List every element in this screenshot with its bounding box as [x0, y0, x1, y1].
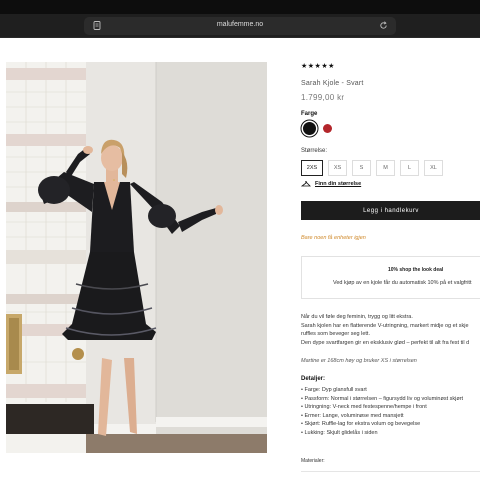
product-price: 1.799,00 kr [301, 93, 345, 102]
size-option-m[interactable]: M [376, 160, 395, 176]
hanger-icon [301, 181, 311, 187]
product-photo[interactable] [6, 62, 267, 453]
color-swatch-red[interactable] [323, 124, 332, 133]
details-item: • Utringning: V-neck med festespenne/hem… [301, 404, 427, 411]
size-label: Størrelse: [301, 148, 328, 154]
size-option-s[interactable]: S [352, 160, 371, 176]
reload-icon[interactable] [379, 21, 388, 30]
materials-accordion[interactable]: Materialer: [301, 458, 325, 464]
add-to-cart-button[interactable]: Legg i handlekurv [301, 201, 480, 220]
details-item: • Farge: Dyp glansfull svart [301, 387, 367, 393]
details-heading: Detaljer: [301, 376, 326, 382]
color-swatch-black[interactable] [303, 122, 316, 135]
details-item: • Skjørt: Ruffle-lag for ekstra volum og… [301, 421, 421, 428]
promo-text: Ved kjøp av en kjole får du automatisk 1… [333, 280, 472, 286]
size-guide-link[interactable]: Finn din størrelse [301, 181, 361, 187]
rating-stars[interactable]: ★★★★★ [301, 62, 335, 70]
promo-title: 10% shop the look deal [388, 267, 444, 273]
product-description: Når du vil føle deg feminin, trygg og li… [301, 313, 469, 347]
description-line: ruffles som beveger seg lett. [301, 331, 370, 338]
product-info-panel: ★★★★★ Sarah Kjole - Svart 1.799,00 kr Fa… [301, 38, 480, 480]
product-page: ★★★★★ Sarah Kjole - Svart 1.799,00 kr Fa… [0, 38, 480, 480]
size-selector: 2XS XS S M L XL [301, 160, 443, 176]
size-guide-text: Finn din størrelse [315, 181, 362, 187]
model-size-note: Martine er 168cm høy og bruker XS i stør… [301, 358, 417, 364]
size-option-l[interactable]: L [400, 160, 419, 176]
details-item: • Lukking: Skjult glidelås i siden [301, 429, 378, 436]
product-title: Sarah Kjole - Svart [301, 80, 364, 87]
low-stock-notice: Bare noen få enheter igjen [301, 235, 366, 241]
details-item: • Ermer: Lange, voluminøse med mansjett [301, 412, 404, 419]
details-item: • Passform: Normal i størrelsen – figurs… [301, 395, 464, 402]
window-top-bar [0, 0, 480, 14]
promo-box: 10% shop the look deal Ved kjøp av en kj… [301, 256, 480, 299]
product-photo-illustration [6, 62, 267, 453]
description-line: Sarah kjolen har en flatterende V-utring… [301, 322, 469, 329]
description-line: Når du vil føle deg feminin, trygg og li… [301, 314, 413, 320]
browser-toolbar: malufemme.no [0, 14, 480, 38]
details-list: • Farge: Dyp glansfull svart • Passform:… [301, 386, 463, 438]
color-label: Farge [301, 111, 318, 117]
address-bar[interactable]: malufemme.no [84, 17, 396, 35]
size-option-xs[interactable]: XS [328, 160, 347, 176]
size-option-2xs[interactable]: 2XS [301, 160, 323, 176]
divider [301, 471, 480, 472]
description-line: Den dype svartfargen gir en eksklusiv gl… [301, 339, 470, 346]
url-text: malufemme.no [216, 21, 264, 28]
size-option-xl[interactable]: XL [424, 160, 443, 176]
